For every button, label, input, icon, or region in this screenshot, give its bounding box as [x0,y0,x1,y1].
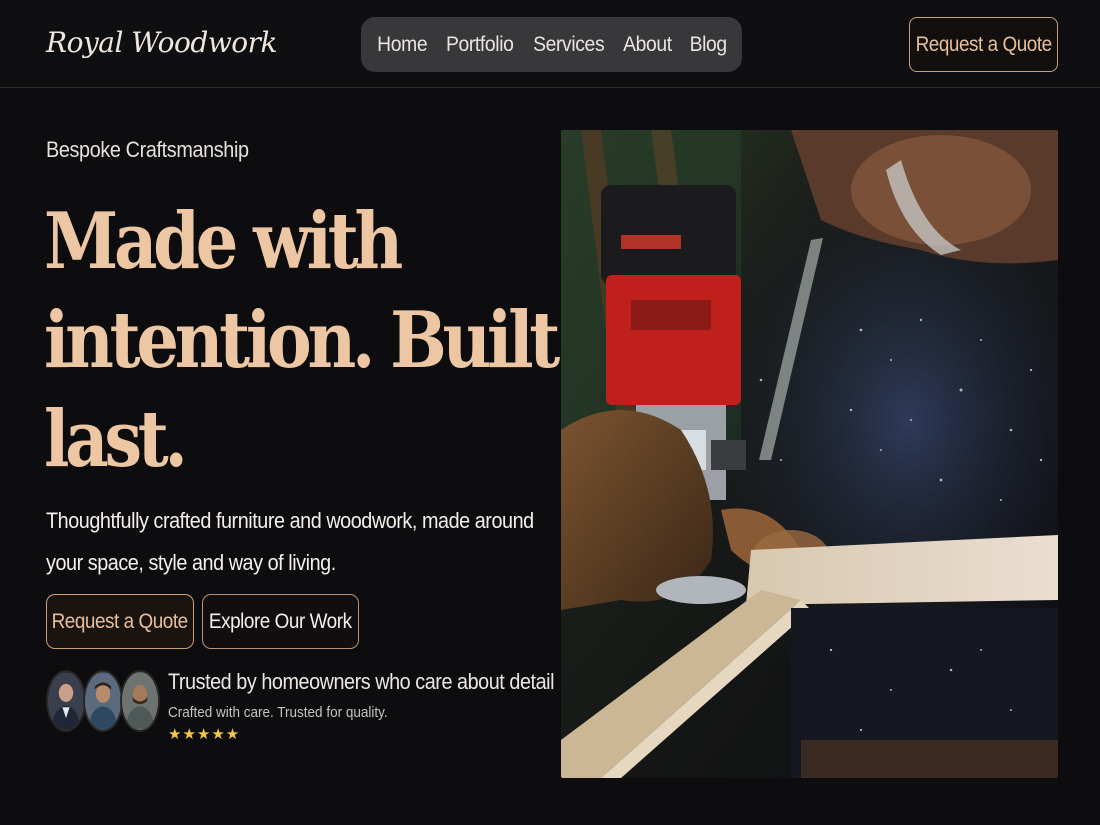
header-cta-label: Request a Quote [915,32,1052,56]
request-quote-button[interactable]: Request a Quote [46,594,194,649]
woodworker-router-photo [561,130,1058,778]
nav-blog[interactable]: Blog [684,33,732,57]
avatar [46,670,86,732]
explore-work-label: Explore Our Work [209,609,352,633]
rating-stars-icon: ★★★★★ [168,726,241,743]
headline-line-1: Made with [44,196,403,287]
explore-work-button[interactable]: Explore Our Work [202,594,359,649]
trust-title: Trusted by homeowners who care about det… [168,669,555,694]
hero-eyebrow: Bespoke Craftsmanship [46,137,249,162]
headline-line-3: last. [44,394,188,485]
hero-subtext: Thoughtfully crafted furniture and woodw… [46,508,534,575]
header-request-quote-button[interactable]: Request a Quote [909,17,1058,72]
headline-line-2: intention. Built to [44,295,646,386]
main-nav: Home Portfolio Services About Blog [361,17,742,72]
request-quote-label: Request a Quote [51,609,189,633]
site-header: Royal Woodwork Home Portfolio Services A… [0,0,1100,88]
avatar [83,670,123,732]
nav-about[interactable]: About [618,33,678,57]
hero-headline: Made with intention. Built to last. [44,192,646,489]
nav-portfolio[interactable]: Portfolio [440,33,519,57]
avatar [120,670,160,732]
customer-avatars [46,670,164,732]
nav-services[interactable]: Services [528,33,610,57]
brand-logo[interactable]: Royal Woodwork [46,26,278,59]
nav-home[interactable]: Home [372,33,433,57]
trust-subtitle: Crafted with care. Trusted for quality. [168,704,388,721]
